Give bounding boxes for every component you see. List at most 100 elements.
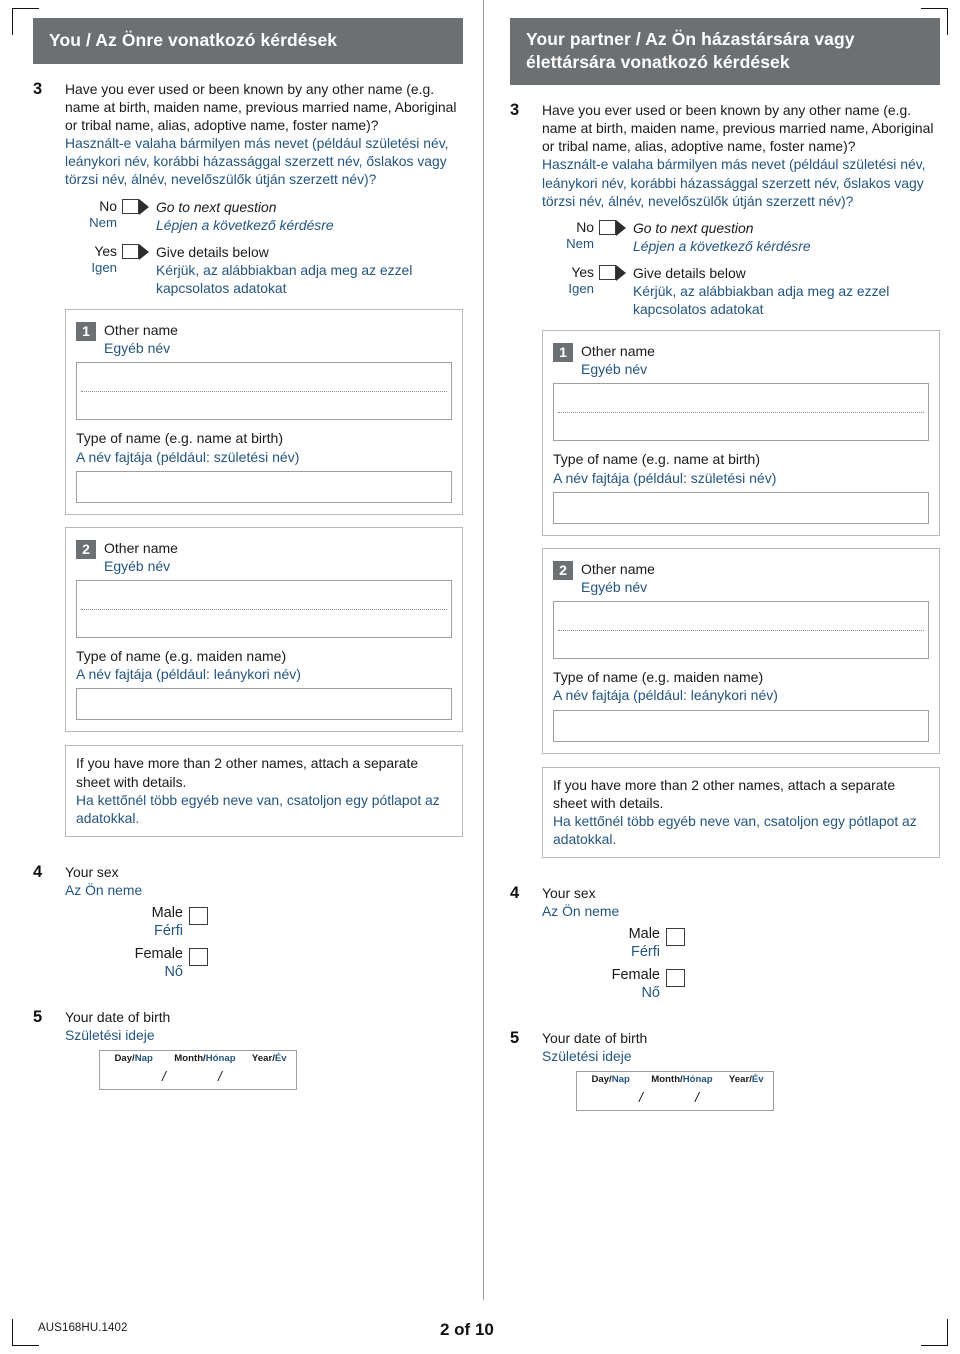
question-5: 5 Your date of birth Születési ideje Day…: [510, 1029, 940, 1111]
question-4-text-en: Your sex: [542, 884, 596, 901]
sex-option-male[interactable]: Male Férfi: [65, 905, 463, 940]
date-year-header-hu: Év: [751, 1073, 764, 1085]
entry-badge-2: 2: [76, 539, 96, 559]
answer-no-label-hu: Nem: [89, 215, 117, 231]
sex-female-label-en: Female: [134, 946, 183, 963]
other-name-1-input[interactable]: [553, 383, 929, 442]
sex-option-male[interactable]: Male Férfi: [542, 926, 940, 961]
other-name-2-heading: 2 Other name Egyéb név: [76, 539, 452, 575]
sex-female-label-hu: Nő: [164, 963, 183, 980]
checkbox-female[interactable]: [666, 969, 685, 988]
extra-names-note-hu: Ha kettőnél több egyéb neve van, csatolj…: [76, 791, 440, 826]
type-of-name-2-input[interactable]: [553, 709, 929, 742]
answer-option-no[interactable]: No Nem Go to next question Lépjen a köve…: [65, 198, 463, 234]
type-of-name-2-labels: Type of name (e.g. maiden name) A név fa…: [553, 668, 929, 704]
sex-female-labels: Female Nő: [588, 967, 660, 1002]
question-4-text-hu: Az Ön neme: [542, 902, 620, 919]
checkbox-no[interactable]: [599, 219, 629, 236]
question-3: 3 Have you ever used or been known by an…: [510, 101, 940, 858]
other-name-1-heading: 1 Other name Egyéb név: [553, 342, 929, 378]
answer-option-yes[interactable]: Yes Igen Give details below Kérjük, az a…: [542, 264, 940, 318]
date-month-header-hu: Hónap: [205, 1052, 236, 1064]
answer-option-no[interactable]: No Nem Go to next question Lépjen a köve…: [542, 219, 940, 255]
answer-yes-label-hu: Igen: [91, 260, 117, 276]
form-page: You / Az Önre vonatkozó kérdések 3 Have …: [0, 0, 960, 1354]
answer-no-labels: No Nem: [542, 219, 599, 253]
question-5-text-en: Your date of birth: [542, 1029, 648, 1046]
type-of-name-1-input[interactable]: [553, 491, 929, 524]
checkbox-no[interactable]: [122, 198, 152, 215]
sex-male-labels: Male Férfi: [588, 926, 660, 961]
checkbox-male[interactable]: [189, 906, 208, 925]
question-3-number: 3: [33, 80, 43, 99]
answer-no-label-en: No: [576, 218, 594, 235]
column-partner: Your partner / Az Ön házastársára vagy é…: [510, 18, 940, 1111]
answer-yes-action-en: Give details below: [633, 264, 746, 281]
other-name-entry-1: 1 Other name Egyéb név Type of name (e.g…: [65, 308, 463, 515]
sex-option-female[interactable]: Female Nő: [65, 946, 463, 981]
answer-yes-label-en: Yes: [571, 263, 594, 280]
question-3-text-en: Have you ever used or been known by any …: [65, 81, 457, 134]
date-day-header-hu: Nap: [134, 1052, 153, 1064]
section-header-partner: Your partner / Az Ön házastársára vagy é…: [510, 18, 940, 86]
other-name-1-heading: 1 Other name Egyéb név: [76, 321, 452, 357]
question-5: 5 Your date of birth Születési ideje Day…: [33, 1008, 463, 1090]
checkbox-yes-box[interactable]: [122, 243, 139, 259]
type-of-name-1-labels: Type of name (e.g. name at birth) A név …: [553, 450, 929, 486]
date-separator-1: /: [639, 1088, 643, 1105]
type-of-name-2-input[interactable]: [76, 688, 452, 721]
entry-badge-1: 1: [76, 321, 96, 341]
entry-badge-2: 2: [553, 560, 573, 580]
type-of-name-1-label-en: Type of name (e.g. name at birth): [553, 451, 760, 468]
sex-option-female[interactable]: Female Nő: [542, 967, 940, 1002]
type-of-name-2-label-hu: A név fajtája (például: leánykori név): [76, 666, 301, 683]
date-of-birth-input[interactable]: Day/Nap Month/Hónap Year/Év / /: [99, 1049, 297, 1090]
sex-male-label-hu: Férfi: [631, 943, 660, 960]
answer-yes-label-en: Yes: [94, 242, 117, 259]
other-name-2-input[interactable]: [76, 580, 452, 639]
checkbox-yes-box[interactable]: [599, 264, 616, 280]
question-3-text-hu: Használt-e valaha bármilyen más nevet (p…: [542, 156, 926, 209]
type-of-name-2-labels: Type of name (e.g. maiden name) A név fa…: [76, 647, 452, 683]
date-month-header-en: Month/: [651, 1073, 683, 1085]
question-4: 4 Your sex Az Ön neme Male Férfi Female: [510, 884, 940, 1003]
date-year-header: Year/Év: [720, 1074, 773, 1086]
other-name-1-label-hu: Egyéb név: [581, 361, 648, 378]
other-name-1-input[interactable]: [76, 362, 452, 421]
question-4-number: 4: [33, 862, 43, 881]
answer-yes-labels: Yes Igen: [542, 264, 599, 298]
extra-names-note-en: If you have more than 2 other names, att…: [76, 755, 419, 790]
date-month-header-hu: Hónap: [682, 1073, 713, 1085]
answer-yes-action: Give details below Kérjük, az alábbiakba…: [152, 243, 463, 297]
column-divider: [483, 0, 484, 1300]
arrow-right-icon: [616, 219, 626, 236]
section-header-you: You / Az Önre vonatkozó kérdések: [33, 18, 463, 65]
question-5-number: 5: [510, 1028, 520, 1047]
type-of-name-1-label-en: Type of name (e.g. name at birth): [76, 430, 283, 447]
type-of-name-1-input[interactable]: [76, 470, 452, 503]
checkbox-no-box[interactable]: [599, 219, 616, 235]
question-3: 3 Have you ever used or been known by an…: [33, 80, 463, 837]
checkbox-yes[interactable]: [599, 264, 629, 281]
question-4: 4 Your sex Az Ön neme Male Férfi Female: [33, 863, 463, 982]
checkbox-female[interactable]: [189, 947, 208, 966]
checkbox-no-box[interactable]: [122, 198, 139, 214]
other-name-entry-2: 2 Other name Egyéb név Type of name (e.g…: [65, 526, 463, 733]
date-of-birth-input[interactable]: Day/Nap Month/Hónap Year/Év / /: [576, 1070, 774, 1111]
answer-yes-action-hu: Kérjük, az alábbiakban adja meg az ezzel…: [156, 261, 413, 296]
form-code: AUS168HU.1402: [38, 1322, 128, 1334]
question-5-text-hu: Születési ideje: [542, 1047, 632, 1064]
extra-names-note: If you have more than 2 other names, att…: [542, 766, 940, 858]
arrow-right-icon: [139, 198, 149, 215]
question-4-text-en: Your sex: [65, 863, 119, 880]
checkbox-yes[interactable]: [122, 243, 152, 260]
other-name-2-input[interactable]: [553, 601, 929, 660]
type-of-name-2-label-hu: A név fajtája (például: leánykori név): [553, 687, 778, 704]
other-name-1-label-en: Other name: [104, 321, 178, 338]
answer-no-label-hu: Nem: [566, 236, 594, 252]
answer-option-yes[interactable]: Yes Igen Give details below Kérjük, az a…: [65, 243, 463, 297]
answer-no-action-hu: Lépjen a következő kérdésre: [633, 237, 811, 254]
date-day-header: Day/Nap: [100, 1053, 167, 1065]
checkbox-male[interactable]: [666, 927, 685, 946]
date-separator-1: /: [162, 1067, 166, 1084]
